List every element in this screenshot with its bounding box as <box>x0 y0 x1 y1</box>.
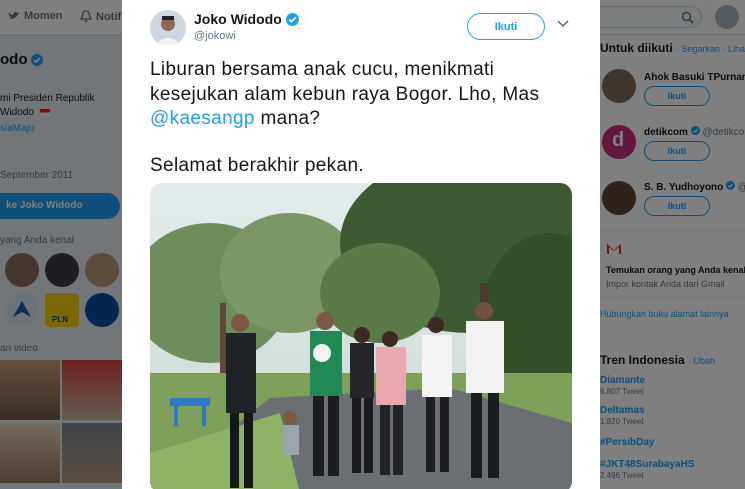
tweet-text-line: @kaesangp mana? <box>150 108 321 129</box>
author-avatar-image <box>150 10 186 46</box>
family-garden-photo <box>150 183 572 489</box>
mention-link[interactable]: @kaesangp <box>150 108 255 129</box>
verified-icon <box>285 12 299 26</box>
tweet-text-line: kesejukan alam kebun raya Bogor. Lho, Ma… <box>150 84 540 105</box>
follow-button[interactable]: Ikuti <box>467 13 545 40</box>
author-handle[interactable]: @jokowi <box>194 30 236 42</box>
tweet-text-line: Liburan bersama anak cucu, menikmati <box>150 59 495 80</box>
tweet-photo[interactable] <box>150 183 572 489</box>
author-name[interactable]: Joko Widodo <box>194 11 299 27</box>
tweet-text-line: Selamat berakhir pekan. <box>150 155 364 176</box>
tweet-modal: Joko Widodo @jokowi Ikuti Liburan bersam… <box>122 0 600 489</box>
author-avatar[interactable] <box>150 10 186 46</box>
chevron-down-icon[interactable] <box>557 20 569 28</box>
